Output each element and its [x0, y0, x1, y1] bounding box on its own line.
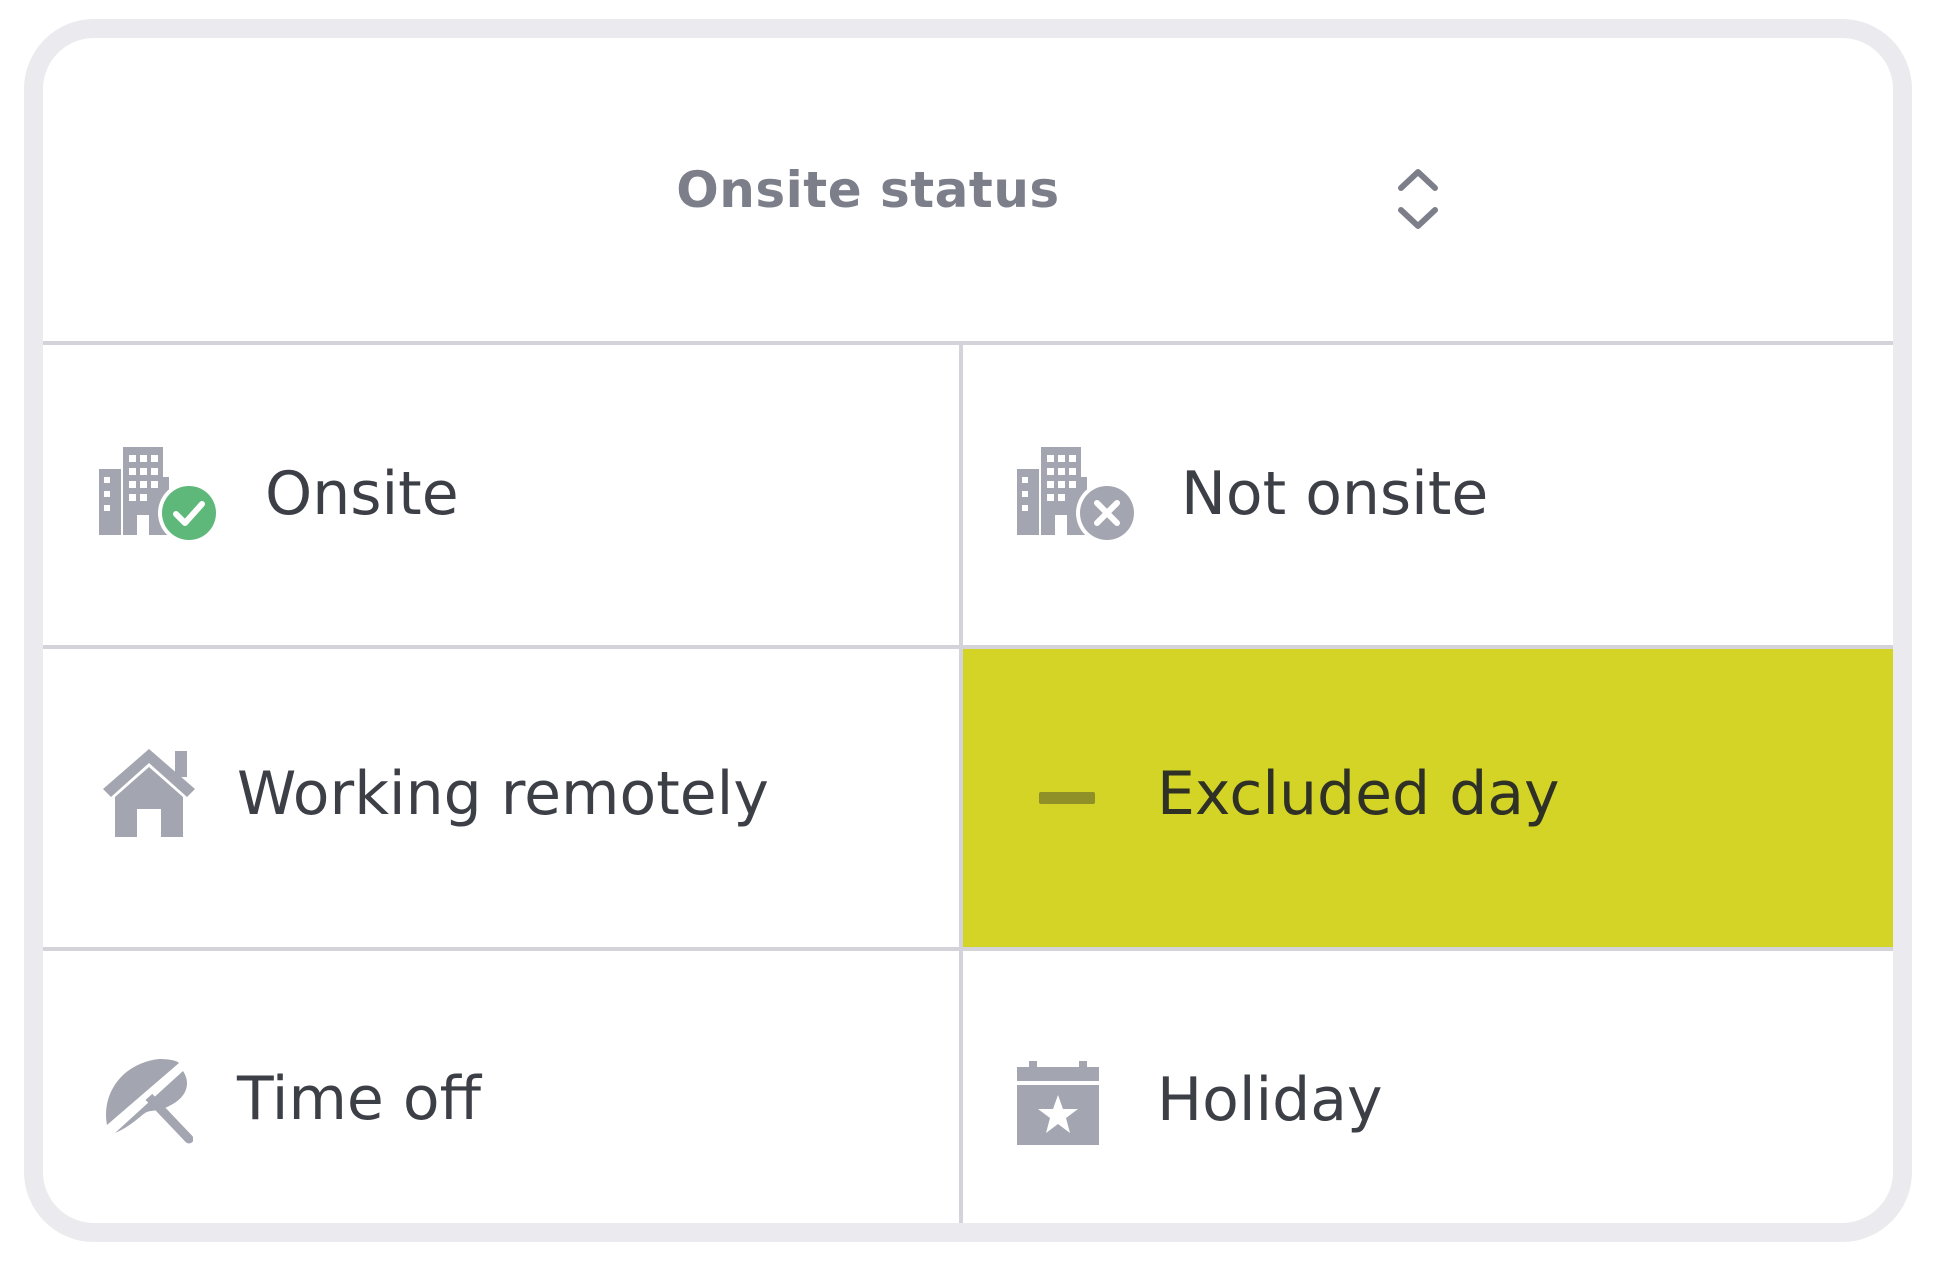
column-title: Onsite status — [676, 160, 1060, 219]
option-label: Time off — [237, 1064, 481, 1134]
option-label: Not onsite — [1181, 459, 1489, 529]
status-options-grid: Onsite Not onsite Working remotely Exclu… — [43, 345, 1893, 1223]
row-divider — [43, 645, 1893, 649]
option-label: Holiday — [1157, 1065, 1383, 1135]
option-label: Working remotely — [237, 759, 769, 829]
onsite-status-card: Onsite status Onsite Not onsite Working … — [24, 19, 1912, 1242]
option-working-remotely[interactable]: Working remotely — [43, 649, 959, 947]
column-divider — [959, 345, 963, 1223]
option-holiday[interactable]: Holiday — [963, 951, 1893, 1223]
umbrella-icon — [106, 1059, 193, 1144]
chevron-up-down-icon[interactable] — [1393, 166, 1443, 232]
row-divider — [43, 947, 1893, 951]
option-label: Onsite — [265, 459, 459, 529]
option-not-onsite[interactable]: Not onsite — [963, 345, 1893, 645]
building-x-icon — [1017, 447, 1137, 544]
building-check-icon — [99, 447, 219, 544]
minus-icon — [1039, 792, 1095, 804]
option-excluded-day[interactable]: Excluded day — [963, 649, 1893, 947]
calendar-star-icon — [1017, 1061, 1099, 1145]
option-label: Excluded day — [1157, 759, 1560, 829]
home-icon — [103, 749, 195, 837]
option-time-off[interactable]: Time off — [43, 951, 959, 1223]
onsite-status-header[interactable]: Onsite status — [43, 38, 1893, 345]
option-onsite[interactable]: Onsite — [43, 345, 959, 645]
